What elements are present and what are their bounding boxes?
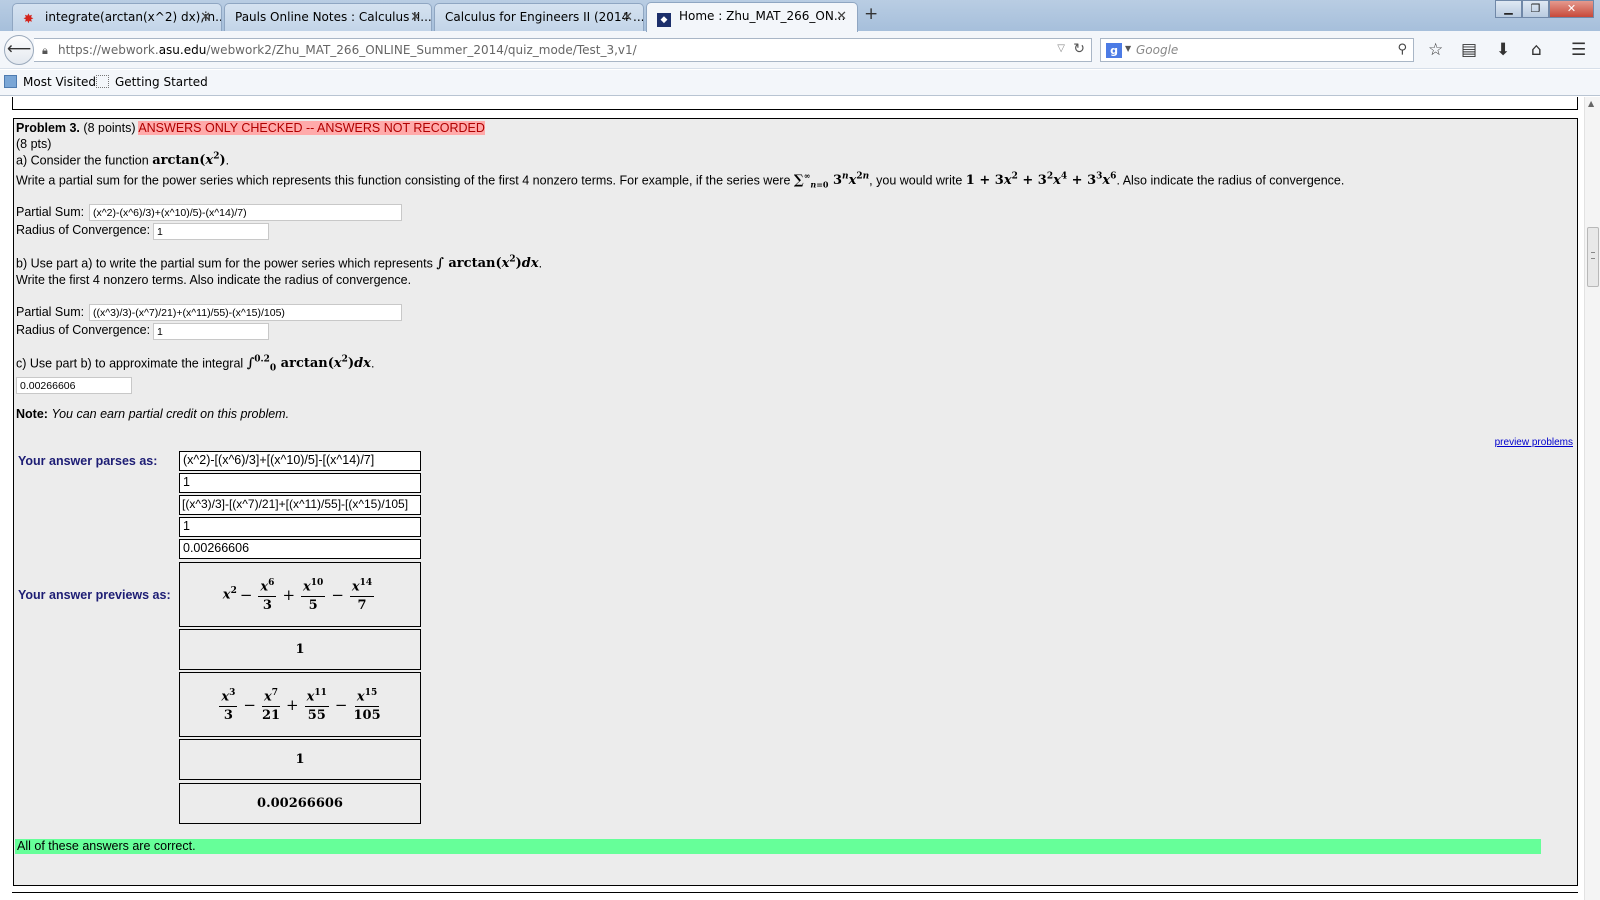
close-tab-icon[interactable]: ✕ [836,9,847,24]
bookmark-most-visited[interactable]: Most Visited [4,75,96,89]
note-label: Note: [16,407,48,421]
problem-points: (8 points) [83,121,136,135]
bookmark-getting-started[interactable]: Getting Started [96,75,208,89]
close-tab-icon[interactable]: ✕ [622,10,633,25]
part-b-intro-line: b) Use part a) to write the partial sum … [16,255,543,272]
part-a-radius-label: Radius of Convergence: [16,223,151,237]
scroll-up-icon[interactable]: ▲ [1588,99,1594,108]
part-a-instructions: Write a partial sum for the power series… [16,171,1345,190]
definite-integral: ∫0.20 arctan(x2)dx [246,355,371,374]
folder-icon [4,75,17,88]
search-input[interactable]: Google [1136,43,1178,57]
note-line: Note: You can earn partial credit on thi… [16,407,289,421]
menu-icon[interactable]: ☰ [1571,40,1586,60]
problem-3: Problem 3. (8 points) ANSWERS ONLY CHECK… [13,118,1578,886]
parses-label: Your answer parses as: [18,454,158,468]
tab-calculus-engineers[interactable]: Calculus for Engineers II (2014 ... ✕ [434,3,644,31]
tab-webwork-home[interactable]: ◆ Home : Zhu_MAT_266_ON... ✕ [646,2,858,32]
parsed-answer-4: 1 [179,517,421,537]
window-controls: ▁ ❐ ✕ [1495,0,1594,18]
wolfram-icon: ✸ [23,12,34,27]
close-window-icon[interactable]: ✕ [1549,0,1594,18]
bookmarks-menu-icon[interactable]: ▤ [1461,40,1477,60]
note-text: You can earn partial credit on this prob… [51,407,290,421]
part-b-partial-sum-input[interactable]: ((x^3)/3)-(x^7)/21)+(x^11)/55)-(x^15)/10… [89,304,402,321]
part-b-line2: Write the first 4 nonzero terms. Also in… [16,273,412,287]
close-tab-icon[interactable]: ✕ [410,10,421,25]
close-tab-icon[interactable]: ✕ [200,10,211,25]
example-answer: 1 + 3x2 + 32x4 + 33x6 [965,172,1117,189]
new-tab-button[interactable]: + [864,4,878,24]
url-dropdown-icon[interactable]: ▽ [1057,43,1065,54]
part-a-intro-line: a) Consider the function arctan(x2). [16,152,230,169]
example-series: ∑∞n=0 3nx2n [793,171,870,190]
navigation-toolbar: ⟵ 🔒︎ https://webwork.asu.edu/webwork2/Zh… [0,31,1600,69]
minimize-icon[interactable]: ▁ [1495,0,1522,18]
preview-answer-3: x3 3− x7 21 + x11 55− x15 105 [179,672,421,737]
result-banner: All of these answers are correct. [15,839,1541,854]
back-arrow-icon: ⟵ [6,39,32,59]
preview-answer-1: x2− x6 3 + x10 5− x14 7 [179,562,421,627]
parsed-answer-1: (x^2)-[(x^6)/3]+[(x^10)/5]-[(x^14)/7] [179,451,421,471]
preview-answer-4: 1 [179,739,421,780]
part-a-radius-input[interactable]: 1 [153,223,269,240]
bookmarks-toolbar: Most Visited Getting Started [0,70,1600,96]
url-text: https://webwork.asu.edu/webwork2/Zhu_MAT… [58,43,637,57]
problem-pts: (8 pts) [16,137,52,151]
search-bar[interactable]: g ▼ Google ⚲ [1100,38,1414,62]
scrollbar-thumb[interactable] [1587,227,1599,287]
parsed-answer-2: 1 [179,473,421,493]
home-icon[interactable]: ⌂ [1531,40,1542,60]
previous-problem-box [12,97,1578,110]
problem-title: Problem 3. [16,121,80,135]
tab-title: integrate(arctan(x^2) dx),in... [45,10,222,24]
browser-tab-bar: ✸ integrate(arctan(x^2) dx),in... ✕ Pauls… [0,0,1600,32]
webwork-icon: ◆ [657,13,671,27]
part-a-partial-sum-label: Partial Sum: [16,205,85,219]
next-section-divider [12,892,1578,894]
parsed-answer-5: 0.00266606 [179,539,421,559]
previews-label: Your answer previews as: [18,588,171,602]
function-arctan: arctan(x2) [152,152,226,169]
restore-icon[interactable]: ❐ [1522,0,1549,18]
url-bar[interactable]: 🔒︎ https://webwork.asu.edu/webwork2/Zhu_… [34,38,1092,62]
vertical-scrollbar[interactable]: ▲ [1584,97,1600,900]
part-b-partial-sum-label: Partial Sum: [16,305,85,319]
part-b-radius-input[interactable]: 1 [153,323,269,340]
search-icon[interactable]: ⚲ [1397,42,1407,57]
parsed-answer-3: [(x^3)/3]-[(x^7)/21]+[(x^11)/55]-[(x^15)… [179,495,421,515]
preview-answer-2: 1 [179,629,421,670]
search-engine-dropdown-icon[interactable]: ▼ [1125,44,1131,53]
tab-wolfram[interactable]: ✸ integrate(arctan(x^2) dx),in... ✕ [12,3,222,31]
bookmark-star-icon[interactable]: ☆ [1428,40,1443,60]
google-icon[interactable]: g [1106,43,1122,58]
part-c-intro-line: c) Use part b) to approximate the integr… [16,355,375,374]
status-warning: ANSWERS ONLY CHECKED -- ANSWERS NOT RECO… [138,121,485,135]
tab-pauls-notes[interactable]: Pauls Online Notes : Calculus II... ✕ [224,3,432,31]
preview-answer-5: 0.00266606 [179,783,421,824]
back-button[interactable]: ⟵ [4,35,34,65]
integral-arctan: ∫ arctan(x2)dx [436,255,539,272]
part-c-answer-input[interactable]: 0.00266606 [16,377,132,394]
tab-title: Calculus for Engineers II (2014 ... [445,10,644,24]
downloads-icon[interactable]: ⬇ [1496,40,1510,60]
reload-icon[interactable]: ↻ [1073,41,1085,57]
part-a-partial-sum-input[interactable]: (x^2)-(x^6)/3)+(x^10)/5)-(x^14)/7) [89,204,402,221]
tab-title: Home : Zhu_MAT_266_ON... [679,9,846,23]
problem-header: Problem 3. (8 points) ANSWERS ONLY CHECK… [16,121,485,135]
tab-title: Pauls Online Notes : Calculus II... [235,10,432,24]
lock-icon: 🔒︎ [42,44,48,57]
page-icon [96,75,109,88]
preview-problems-link[interactable]: preview problems [1495,437,1573,448]
part-b-radius-label: Radius of Convergence: [16,323,151,337]
